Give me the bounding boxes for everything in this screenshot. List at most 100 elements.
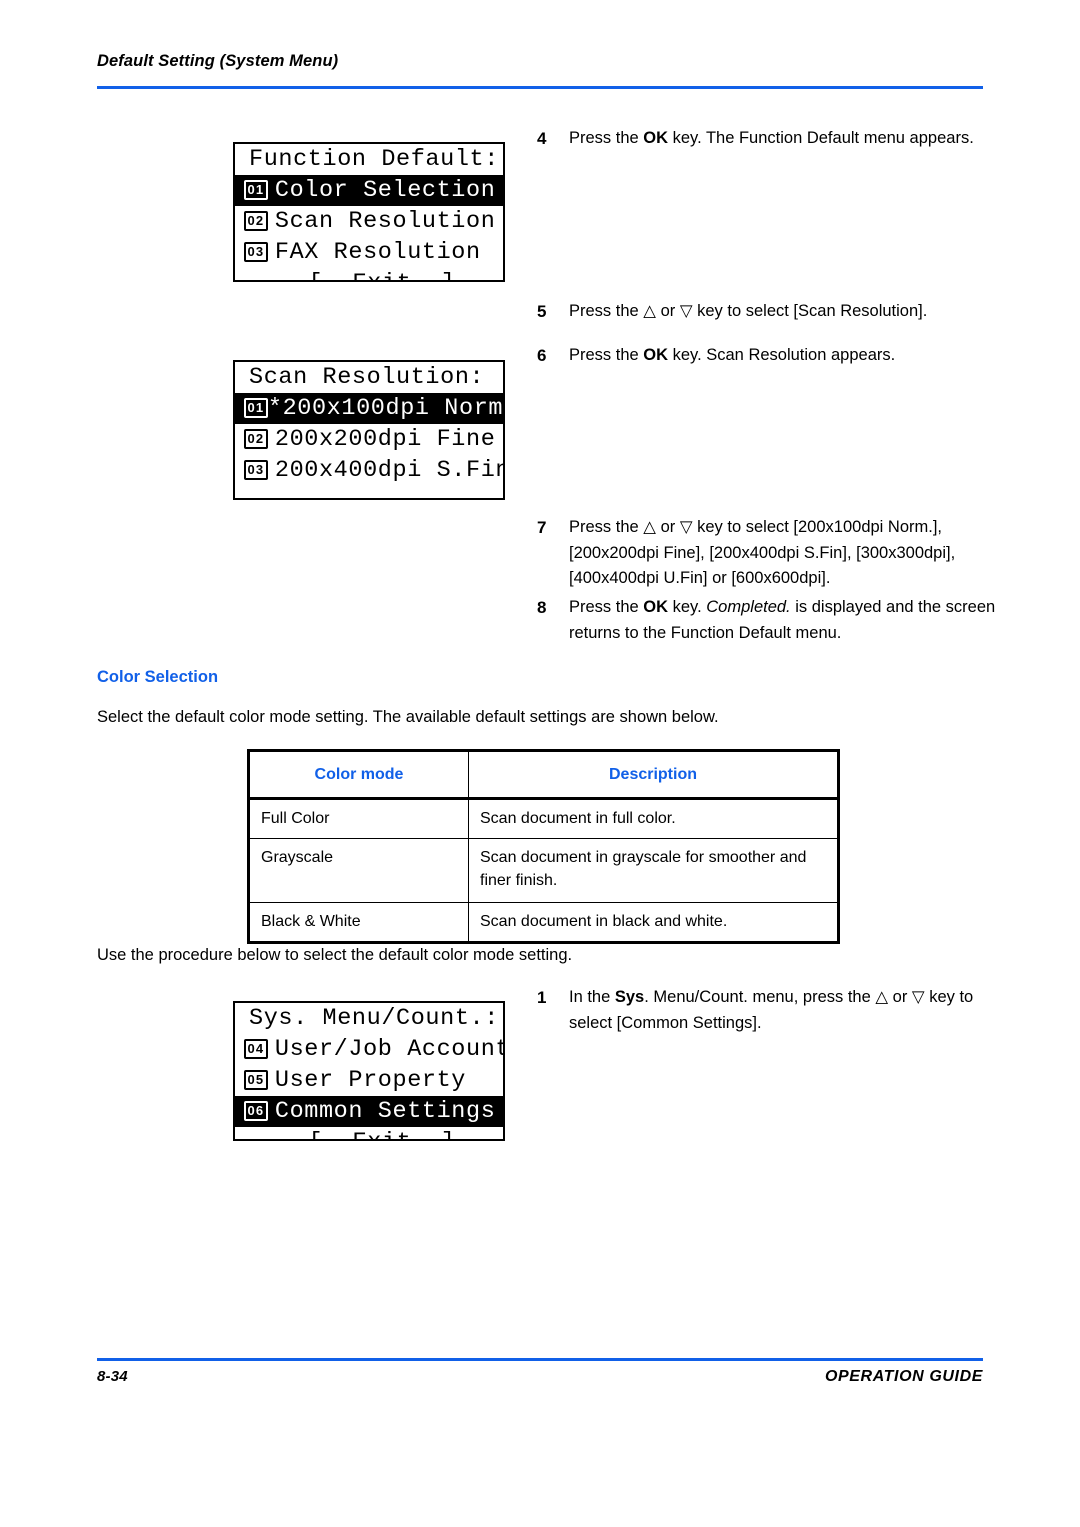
step-text-part: key to select [Scan Resolution]. bbox=[692, 302, 928, 320]
section-heading-color-selection: Color Selection bbox=[97, 668, 219, 686]
lcd-row-index: 02 bbox=[244, 428, 268, 449]
lcd-row[interactable]: 03 200x400dpi S.Fin bbox=[235, 455, 503, 486]
lcd-row-index: 03 bbox=[244, 459, 268, 480]
table-header-row: Color mode Description bbox=[247, 749, 840, 800]
step-4: 4 Press the OK key. The Function Default… bbox=[537, 126, 992, 152]
lcd-empty-row bbox=[235, 486, 503, 498]
page-header: Default Setting (System Menu) bbox=[97, 52, 983, 71]
table-row: Grayscale Scan document in grayscale for… bbox=[247, 838, 840, 903]
page-footer: 8-34 OPERATION GUIDE bbox=[97, 1368, 983, 1386]
step-number: 6 bbox=[537, 346, 547, 365]
cell-description: Scan document in black and white. bbox=[468, 902, 840, 944]
color-mode-table: Color mode Description Full Color Scan d… bbox=[247, 749, 840, 944]
lcd-row-label: *200x100dpi Norm. bbox=[267, 395, 505, 422]
up-triangle-icon: △ bbox=[643, 302, 656, 320]
lcd-title-text: Sys. Menu/Count.: bbox=[249, 1005, 499, 1032]
step-text-part: or bbox=[656, 302, 680, 320]
cell-description: Scan document in grayscale for smoother … bbox=[468, 838, 840, 903]
step-number: 8 bbox=[537, 598, 547, 617]
step-7: 7 Press the △ or ▽ key to select [200x10… bbox=[537, 515, 997, 592]
step-text: Press the OK key. The Function Default m… bbox=[569, 126, 992, 152]
cell-color-mode: Full Color bbox=[247, 798, 469, 839]
section-intro-text: Select the default color mode setting. T… bbox=[97, 708, 719, 726]
lcd-row-label: FAX Resolution bbox=[274, 239, 481, 266]
step-text-part: Press the bbox=[569, 302, 644, 320]
up-triangle-icon: △ bbox=[875, 988, 889, 1006]
lcd-title-row: Scan Resolution: OK bbox=[235, 362, 503, 393]
lcd-exit-label: [ Exit ] bbox=[244, 1129, 496, 1139]
lcd-row-index: 05 bbox=[244, 1069, 268, 1090]
lcd-row-label: Common Settings bbox=[274, 1098, 496, 1125]
lcd-row-index: 01 bbox=[244, 397, 268, 418]
lcd-row[interactable]: 04 User/Job Account bbox=[235, 1034, 503, 1065]
step-key-label: Sys bbox=[614, 988, 645, 1006]
step-1: 1 In the Sys. Menu/Count. menu, press th… bbox=[537, 985, 997, 1036]
step-text-part: or bbox=[656, 518, 680, 536]
lcd-row[interactable]: 03 FAX Resolution bbox=[235, 237, 503, 268]
section-outro-text: Use the procedure below to select the de… bbox=[97, 946, 573, 964]
lcd-screen-function-default: Function Default: OK 01 Color Selection … bbox=[233, 142, 505, 282]
step-text-part: Press the bbox=[569, 129, 644, 147]
step-text: In the Sys. Menu/Count. menu, press the … bbox=[569, 985, 997, 1036]
step-emphasis: Completed. bbox=[706, 598, 791, 616]
lcd-screen-scan-resolution: Scan Resolution: OK 01 *200x100dpi Norm.… bbox=[233, 360, 505, 500]
column-header-color-mode: Color mode bbox=[247, 749, 469, 800]
step-number: 5 bbox=[537, 302, 547, 321]
lcd-row-index: 04 bbox=[244, 1038, 268, 1059]
footer-divider bbox=[97, 1358, 983, 1361]
lcd-row[interactable]: 02 Scan Resolution bbox=[235, 206, 503, 237]
lcd-row-selected[interactable]: 01 *200x100dpi Norm. bbox=[235, 393, 503, 424]
four-way-arrow-icon bbox=[499, 1011, 503, 1033]
lcd-row-selected[interactable]: 01 Color Selection bbox=[235, 175, 503, 206]
step-text-part: key. bbox=[668, 598, 707, 616]
lcd-title-row: Sys. Menu/Count.: OK bbox=[235, 1003, 503, 1034]
step-text-part: key. Scan Resolution appears. bbox=[668, 346, 896, 364]
lcd-screen-sys-menu-count: Sys. Menu/Count.: OK 04 User/Job Account… bbox=[233, 1001, 505, 1141]
lcd-row-selected[interactable]: 06 Common Settings bbox=[235, 1096, 503, 1127]
down-triangle-icon: ▽ bbox=[911, 988, 925, 1006]
step-text: Press the OK key. Completed. is displaye… bbox=[569, 595, 997, 646]
lcd-row-label: Scan Resolution bbox=[274, 208, 496, 235]
step-number: 7 bbox=[537, 518, 547, 537]
lcd-row-label: User Property bbox=[274, 1067, 467, 1094]
lcd-row-label: Color Selection bbox=[274, 177, 496, 204]
step-key-label: OK bbox=[643, 129, 669, 147]
lcd-row[interactable]: 05 User Property bbox=[235, 1065, 503, 1096]
header-divider bbox=[97, 86, 983, 89]
step-text-part: key. The Function Default menu appears. bbox=[668, 129, 974, 147]
page-number: 8-34 bbox=[97, 1368, 128, 1385]
page-title: Default Setting (System Menu) bbox=[97, 52, 339, 70]
step-text: Press the OK key. Scan Resolution appear… bbox=[569, 343, 992, 369]
four-way-arrow-icon bbox=[499, 152, 503, 174]
step-text-part: . Menu/Count. menu, press the bbox=[644, 988, 876, 1006]
step-5: 5 Press the △ or ▽ key to select [Scan R… bbox=[537, 299, 992, 325]
step-text-part: In the bbox=[569, 988, 615, 1006]
step-text: Press the △ or ▽ key to select [Scan Res… bbox=[569, 299, 992, 325]
step-6: 6 Press the OK key. Scan Resolution appe… bbox=[537, 343, 992, 369]
lcd-title-text: Function Default: bbox=[249, 146, 499, 173]
lcd-row-index: 03 bbox=[244, 241, 268, 262]
cell-color-mode: Grayscale bbox=[247, 838, 469, 903]
cell-description: Scan document in full color. bbox=[468, 798, 840, 839]
lcd-row-label: 200x200dpi Fine bbox=[274, 426, 496, 453]
lcd-exit-row[interactable]: [ Exit ] bbox=[235, 1127, 503, 1139]
lcd-row-label: User/Job Account bbox=[274, 1036, 505, 1063]
lcd-row[interactable]: 02 200x200dpi Fine bbox=[235, 424, 503, 455]
lcd-title-text: Scan Resolution: bbox=[249, 364, 485, 391]
step-number: 1 bbox=[537, 988, 547, 1007]
step-key-label: OK bbox=[643, 598, 669, 616]
down-triangle-icon: ▽ bbox=[679, 302, 693, 320]
step-text-part: Press the bbox=[569, 518, 644, 536]
lcd-exit-label: [ Exit ] bbox=[244, 270, 496, 280]
step-number: 4 bbox=[537, 129, 547, 148]
lcd-exit-row[interactable]: [ Exit ] bbox=[235, 268, 503, 280]
step-text-part: Press the bbox=[569, 598, 644, 616]
step-text-part: Press the bbox=[569, 346, 644, 364]
step-text: Press the △ or ▽ key to select [200x100d… bbox=[569, 515, 997, 592]
step-8: 8 Press the OK key. Completed. is displa… bbox=[537, 595, 997, 646]
lcd-row-index: 01 bbox=[244, 179, 268, 200]
lcd-row-label: 200x400dpi S.Fin bbox=[274, 457, 505, 484]
table-row: Black & White Scan document in black and… bbox=[247, 902, 840, 944]
lcd-row-index: 06 bbox=[244, 1100, 268, 1121]
column-header-description: Description bbox=[468, 749, 840, 800]
